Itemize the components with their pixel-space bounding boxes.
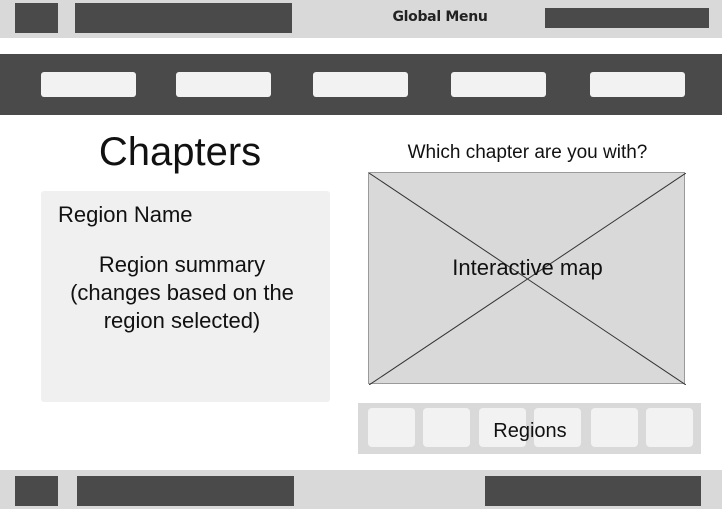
global-brand-placeholder[interactable]: [75, 3, 292, 33]
map-label: Interactive map: [452, 255, 603, 280]
region-button-2[interactable]: [423, 408, 470, 447]
nav-button-5[interactable]: [590, 72, 685, 97]
nav-button-4[interactable]: [451, 72, 546, 97]
region-button-5[interactable]: [591, 408, 638, 447]
footer-links-placeholder[interactable]: [485, 476, 701, 506]
footer-logo-placeholder[interactable]: [15, 476, 58, 506]
nav-button-3[interactable]: [313, 72, 408, 97]
footer-brand-placeholder[interactable]: [77, 476, 294, 506]
global-logo-placeholder[interactable]: [15, 3, 58, 33]
region-button-1[interactable]: [368, 408, 415, 447]
map-question: Which chapter are you with?: [407, 142, 648, 163]
region-summary: Region summary (changes based on the reg…: [70, 252, 294, 333]
interactive-map[interactable]: Interactive map: [368, 172, 686, 385]
nav-button-1[interactable]: [41, 72, 136, 97]
global-menu-label[interactable]: Global Menu: [360, 9, 520, 25]
region-name: Region Name: [58, 202, 193, 227]
nav-button-2[interactable]: [176, 72, 271, 97]
page-title: Chapters: [98, 130, 262, 174]
regions-label: Regions: [493, 420, 567, 442]
region-button-6[interactable]: [646, 408, 693, 447]
global-search-placeholder[interactable]: [545, 8, 709, 28]
